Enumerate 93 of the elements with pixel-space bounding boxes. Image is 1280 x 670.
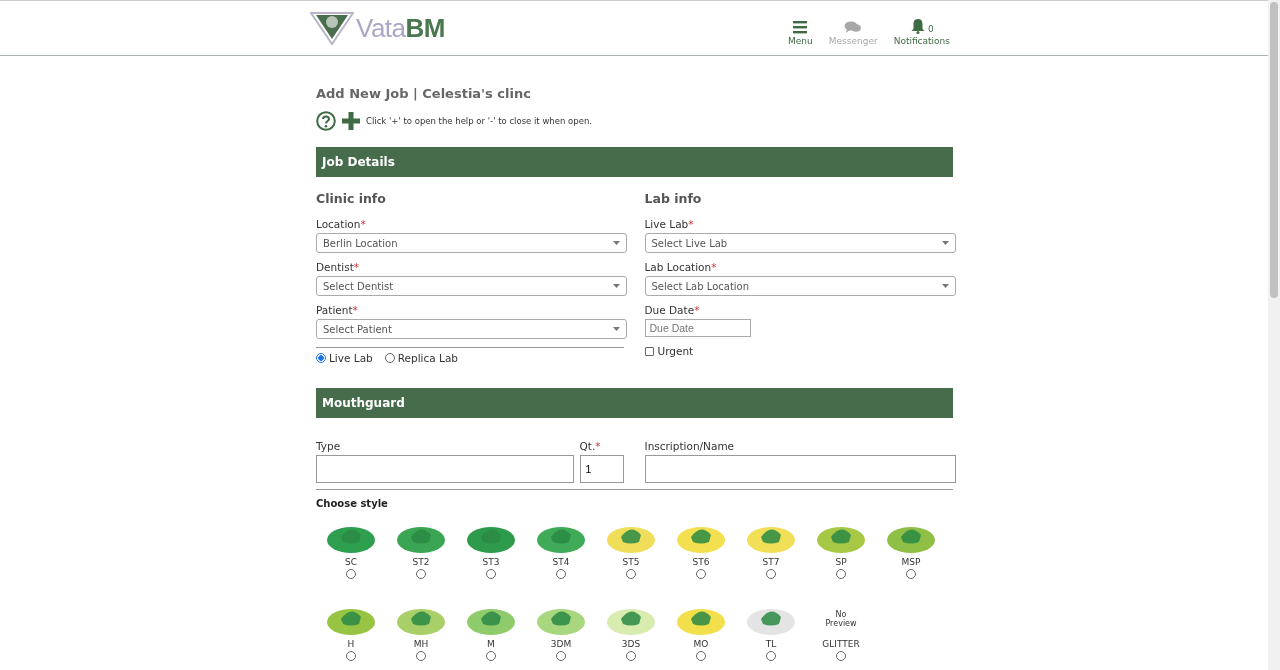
radio-button[interactable] (906, 569, 916, 579)
field-label: Patient* (316, 304, 359, 316)
dropdown-field[interactable]: Select Patient (316, 319, 627, 339)
field-label: Inscription/Name (644, 440, 736, 452)
style-label: M (487, 639, 495, 649)
text-input-field[interactable] (316, 455, 574, 483)
section-header: Mouthguard (316, 388, 953, 418)
required-mark: * (353, 261, 360, 273)
page-title: Add New Job | Celestia's clinc (316, 86, 532, 101)
radio-button[interactable] (556, 569, 566, 579)
radio-button[interactable] (316, 353, 326, 363)
style-label: H (347, 639, 355, 649)
style-label: 3DM (550, 639, 572, 649)
style-label: SP (835, 557, 847, 567)
caret-icon (612, 327, 620, 331)
field-label: Location* (316, 218, 367, 230)
logo-text: VataBM (356, 12, 445, 44)
dropdown-field[interactable]: Select Dentist (316, 276, 627, 296)
scrollbar-thumb[interactable] (1270, 2, 1278, 298)
required-mark: * (352, 304, 358, 316)
menu-icon (792, 19, 809, 34)
field-label: Qt.* (579, 440, 602, 452)
field-label: Due Date* (644, 304, 701, 316)
field-label: Type (316, 440, 342, 452)
style-label: ST7 (762, 557, 780, 567)
section-subheading: Lab info (644, 191, 703, 206)
required-mark: * (688, 218, 694, 230)
radio-button[interactable] (486, 569, 496, 579)
style-label: ST3 (482, 557, 500, 567)
date-input-field[interactable]: Due Date (644, 319, 751, 337)
radio-button[interactable] (836, 651, 846, 661)
no-preview-text: No Preview (824, 610, 858, 628)
radio-button[interactable] (836, 569, 846, 579)
chat-bubbles-icon (844, 19, 863, 34)
caret-icon (612, 241, 620, 245)
section-header: Job Details (316, 147, 953, 177)
nav-notifications-link[interactable]: 0 Notifications (893, 16, 950, 46)
plus-icon[interactable] (342, 112, 360, 130)
style-label: GLITTER (822, 639, 860, 649)
style-label: 3DS (621, 639, 641, 649)
radio-button[interactable] (766, 569, 776, 579)
nav-label: Messenger (828, 35, 878, 46)
checkbox-label: Urgent (657, 345, 694, 357)
tree-triangle-logo-icon (310, 11, 354, 45)
radio-button[interactable] (384, 353, 395, 363)
field-label: Lab Location* (644, 261, 718, 273)
nav-label: Menu (788, 35, 813, 46)
required-mark: * (694, 304, 700, 316)
style-label: ST6 (692, 557, 710, 567)
style-label: MO (693, 639, 709, 649)
nav-menu-link[interactable]: Menu (788, 16, 813, 46)
help-text: Click '+' to open the help or '-' to close it when open. (366, 116, 592, 126)
radio-button[interactable] (346, 569, 356, 579)
style-label: SC (345, 557, 357, 567)
help-icon (316, 111, 336, 131)
required-mark: * (360, 218, 366, 230)
required-mark: * (595, 440, 601, 452)
text-input-field[interactable]: 1 (579, 455, 624, 483)
radio-button[interactable] (416, 569, 426, 579)
style-label: ST4 (552, 557, 570, 567)
dropdown-field[interactable]: Berlin Location (316, 233, 627, 253)
bell-icon (909, 17, 926, 34)
radio-button[interactable] (486, 651, 496, 661)
section-subheading: Clinic info (316, 191, 387, 206)
style-label: MSP (901, 557, 921, 567)
dropdown-field[interactable]: Select Live Lab (644, 233, 956, 253)
notification-count: 0 (927, 23, 934, 34)
radio-button[interactable] (696, 651, 706, 661)
radio-button[interactable] (416, 651, 426, 661)
required-mark: * (711, 261, 717, 273)
radio-label: Live Lab (329, 352, 373, 364)
style-label: ST2 (412, 557, 430, 567)
style-label: ST5 (622, 557, 640, 567)
style-label: MH (413, 639, 429, 649)
caret-icon (612, 284, 620, 288)
nav-label: Notifications (893, 35, 950, 46)
radio-button[interactable] (556, 651, 566, 661)
radio-button[interactable] (626, 569, 636, 579)
radio-button[interactable] (346, 651, 356, 661)
field-label: Dentist* (316, 261, 361, 273)
radio-button[interactable] (626, 651, 636, 661)
radio-button[interactable] (766, 651, 776, 661)
radio-button[interactable] (696, 569, 706, 579)
scrollbar[interactable] (1268, 0, 1280, 670)
caret-icon (942, 284, 949, 288)
radio-label: Replica Lab (397, 352, 458, 364)
caret-icon (942, 241, 949, 245)
style-label: TL (765, 639, 777, 649)
text-input-field[interactable] (644, 455, 956, 483)
checkbox[interactable] (644, 346, 654, 356)
field-label: Live Lab* (644, 218, 695, 230)
choose-style-label: Choose style (316, 498, 389, 509)
dropdown-field[interactable]: Select Lab Location (644, 276, 956, 296)
